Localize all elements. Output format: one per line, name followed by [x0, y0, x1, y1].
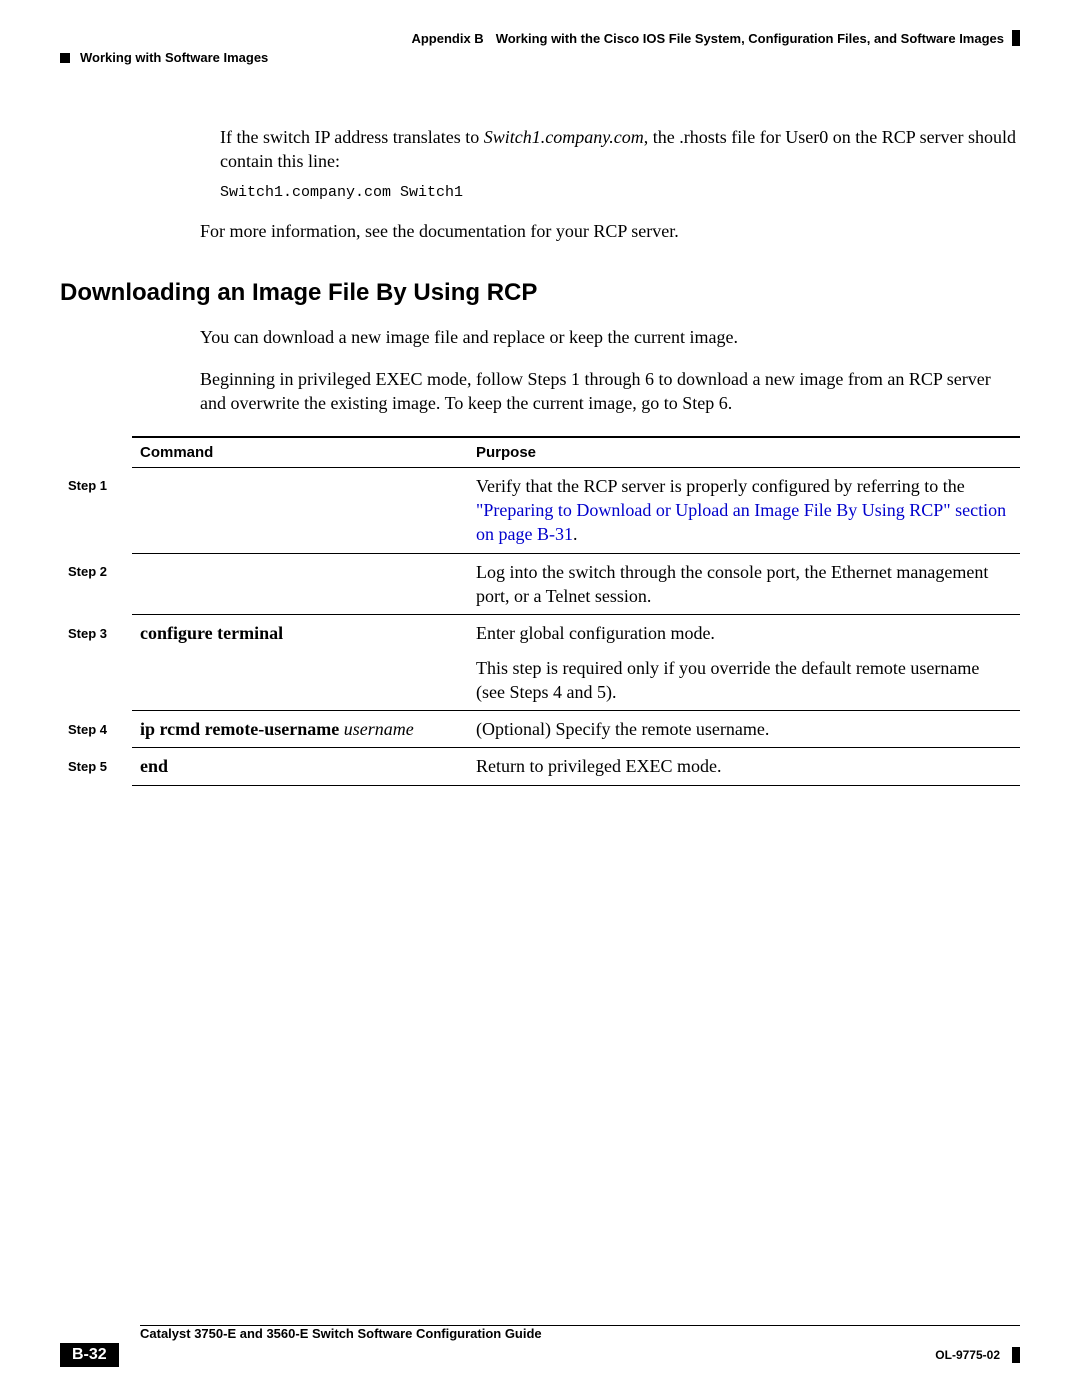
page-footer: Catalyst 3750-E and 3560-E Switch Softwa… [60, 1325, 1020, 1367]
section-paragraph-2: Beginning in privileged EXEC mode, follo… [200, 367, 1020, 416]
guide-title: Catalyst 3750-E and 3560-E Switch Softwa… [140, 1326, 1020, 1341]
step-label: Step 1 [60, 467, 132, 553]
purpose-cell: Enter global configuration mode. This st… [468, 615, 1020, 711]
footer-bar-icon [1012, 1347, 1020, 1363]
command-cell: configure terminal [132, 615, 468, 711]
command-cell: ip rcmd remote-username username [132, 711, 468, 748]
section-heading: Downloading an Image File By Using RCP [60, 279, 1020, 307]
intro-paragraph-2: For more information, see the documentat… [200, 219, 1020, 243]
step-label: Step 5 [60, 748, 132, 785]
breadcrumb: Working with Software Images [60, 50, 1020, 65]
command-cell [132, 553, 468, 615]
table-row: Step 4 ip rcmd remote-username username … [60, 711, 1020, 748]
square-bullet-icon [60, 53, 70, 63]
purpose-cell: Return to privileged EXEC mode. [468, 748, 1020, 785]
code-block: Switch1.company.com Switch1 [220, 184, 1020, 201]
page-number-badge: B-32 [60, 1343, 119, 1367]
document-id: OL-9775-02 [935, 1348, 1000, 1362]
table-row: Step 3 configure terminal Enter global c… [60, 615, 1020, 711]
purpose-cell: (Optional) Specify the remote username. [468, 711, 1020, 748]
header-bar-icon [1012, 30, 1020, 46]
page-header: Appendix B Working with the Cisco IOS Fi… [60, 30, 1020, 46]
purpose-cell: Verify that the RCP server is properly c… [468, 467, 1020, 553]
section-breadcrumb: Working with Software Images [80, 50, 268, 65]
table-row: Step 1 Verify that the RCP server is pro… [60, 467, 1020, 553]
appendix-title: Working with the Cisco IOS File System, … [496, 31, 1004, 46]
command-cell [132, 467, 468, 553]
steps-table: Command Purpose Step 1 Verify that the R… [60, 436, 1020, 786]
purpose-cell: Log into the switch through the console … [468, 553, 1020, 615]
step-label: Step 3 [60, 615, 132, 711]
appendix-label: Appendix B [411, 31, 483, 46]
table-row: Step 2 Log into the switch through the c… [60, 553, 1020, 615]
step-label: Step 4 [60, 711, 132, 748]
cross-reference-link[interactable]: "Preparing to Download or Upload an Imag… [476, 500, 1006, 544]
section-paragraph-1: You can download a new image file and re… [200, 325, 1020, 349]
col-purpose: Purpose [468, 437, 1020, 468]
table-row: Step 5 end Return to privileged EXEC mod… [60, 748, 1020, 785]
step-label: Step 2 [60, 553, 132, 615]
command-cell: end [132, 748, 468, 785]
intro-paragraph-1: If the switch IP address translates to S… [220, 125, 1020, 174]
col-command: Command [132, 437, 468, 468]
